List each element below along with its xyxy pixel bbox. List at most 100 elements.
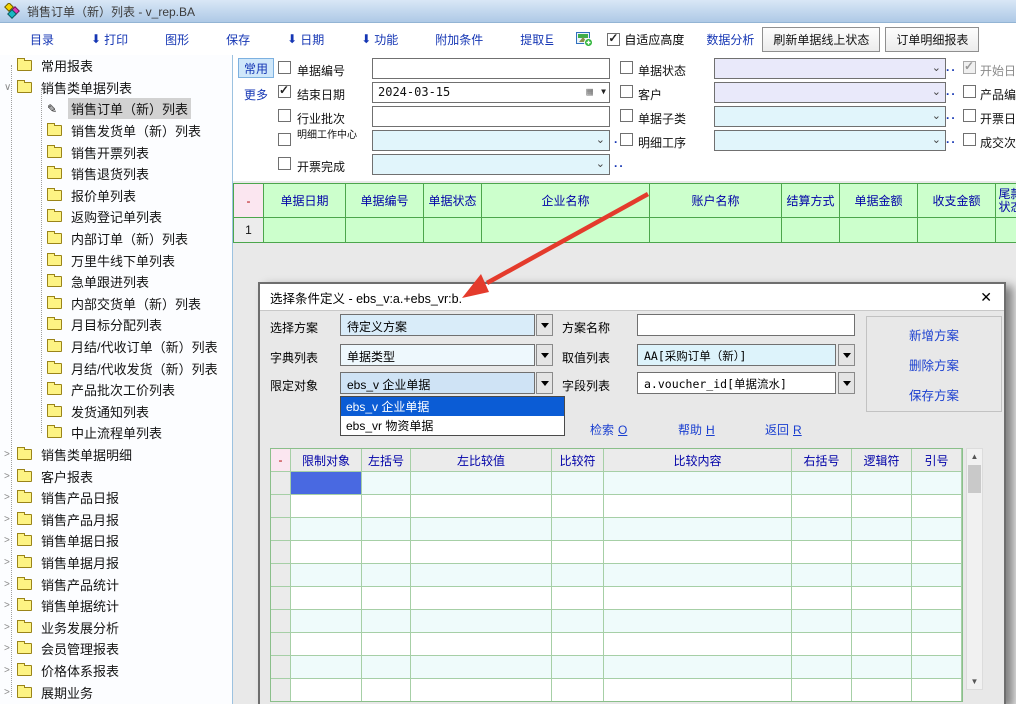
field-list-dropdown-button[interactable] bbox=[838, 372, 855, 394]
grid-cell[interactable] bbox=[362, 541, 411, 563]
toolbar-item-目录[interactable]: 目录 bbox=[30, 31, 54, 48]
table-cell[interactable] bbox=[840, 218, 918, 242]
grid-cell[interactable] bbox=[792, 518, 852, 540]
ellipsis-button[interactable]: .. bbox=[946, 60, 957, 74]
filter-checkbox-单据状态[interactable] bbox=[620, 61, 633, 74]
grid-cell[interactable] bbox=[604, 564, 792, 586]
sidebar-item[interactable]: 内部订单（新）列表 bbox=[0, 228, 232, 250]
sidebar-item[interactable]: 万里牛线下单列表 bbox=[0, 249, 232, 271]
grid-cell[interactable] bbox=[291, 518, 362, 540]
table-cell[interactable] bbox=[996, 218, 1016, 242]
link-检索[interactable]: 检索O bbox=[590, 421, 627, 438]
filter-input-单据编号[interactable] bbox=[372, 58, 610, 79]
toolbar-item-图形[interactable]: 图形 bbox=[165, 31, 189, 48]
grid-cell[interactable] bbox=[411, 541, 552, 563]
grid-cell[interactable] bbox=[912, 587, 962, 609]
grid-cell[interactable] bbox=[291, 633, 362, 655]
grid-cell[interactable] bbox=[552, 564, 604, 586]
sidebar-item[interactable]: 内部交货单（新）列表 bbox=[0, 293, 232, 315]
grid-cell[interactable] bbox=[792, 541, 852, 563]
ellipsis-button[interactable]: .. bbox=[946, 132, 957, 146]
grid-cell[interactable] bbox=[852, 495, 912, 517]
grid-column-header-左括号[interactable]: 左括号 bbox=[362, 449, 411, 471]
chevron-collapsed-icon[interactable]: > bbox=[4, 535, 17, 546]
sidebar-item[interactable]: 月结/代收订单（新）列表 bbox=[0, 336, 232, 358]
grid-cell[interactable] bbox=[291, 541, 362, 563]
sidebar-item[interactable]: 产品批次工价列表 bbox=[0, 379, 232, 401]
link-返回[interactable]: 返回R bbox=[765, 421, 802, 438]
filter-combo-单据子类[interactable]: ⌄ bbox=[714, 106, 946, 127]
filter-checkbox-单据子类[interactable] bbox=[620, 109, 633, 122]
grid-cell[interactable] bbox=[552, 633, 604, 655]
grid-cell[interactable] bbox=[291, 495, 362, 517]
grid-row[interactable] bbox=[271, 540, 962, 563]
sidebar-item[interactable]: 月结/代收发货（新）列表 bbox=[0, 357, 232, 379]
chevron-collapsed-icon[interactable]: > bbox=[4, 514, 17, 525]
grid-column-header-逻辑符[interactable]: 逻辑符 bbox=[852, 449, 912, 471]
grid-cell[interactable] bbox=[604, 518, 792, 540]
grid-cell[interactable] bbox=[552, 495, 604, 517]
grid-row[interactable] bbox=[271, 471, 962, 494]
grid-cell[interactable] bbox=[912, 564, 962, 586]
grid-cell[interactable] bbox=[912, 495, 962, 517]
filter-combo-明细工作中心[interactable]: ⌄ bbox=[372, 130, 610, 151]
grid-cell[interactable] bbox=[604, 472, 792, 494]
filter-checkbox-行业批次[interactable] bbox=[278, 109, 291, 122]
sidebar-item[interactable]: >销售产品统计 bbox=[0, 573, 232, 595]
grid-column-header-右括号[interactable]: 右括号 bbox=[792, 449, 852, 471]
plan-name-input[interactable] bbox=[637, 314, 855, 336]
column-header-企业名称[interactable]: 企业名称 bbox=[482, 184, 650, 217]
sidebar-item[interactable]: ✎销售订单（新）列表 bbox=[0, 98, 232, 120]
filter-checkbox-单据编号[interactable] bbox=[278, 61, 291, 74]
grid-cell[interactable] bbox=[852, 564, 912, 586]
grid-cell[interactable] bbox=[411, 679, 552, 701]
column-header-单据状态[interactable]: 单据状态 bbox=[424, 184, 482, 217]
grid-cell[interactable] bbox=[852, 610, 912, 632]
chevron-collapsed-icon[interactable]: > bbox=[4, 643, 17, 654]
grid-row[interactable] bbox=[271, 517, 962, 540]
grid-cell[interactable] bbox=[604, 495, 792, 517]
restrict-object-dropdown-button[interactable] bbox=[536, 372, 553, 394]
data-analysis-link[interactable]: 数据分析 bbox=[706, 31, 754, 48]
select-plan-dropdown-button[interactable] bbox=[536, 314, 553, 336]
grid-cell[interactable] bbox=[912, 541, 962, 563]
grid-row[interactable] bbox=[271, 563, 962, 586]
table-cell[interactable] bbox=[482, 218, 650, 242]
column-header-单据编号[interactable]: 单据编号 bbox=[346, 184, 424, 217]
order-detail-report-button[interactable]: 订单明细报表 bbox=[885, 27, 979, 52]
sidebar-item[interactable]: >销售单据日报 bbox=[0, 530, 232, 552]
sidebar-item[interactable]: >业务发展分析 bbox=[0, 616, 232, 638]
grid-cell[interactable] bbox=[852, 587, 912, 609]
tab-common[interactable]: 常用 bbox=[238, 58, 274, 78]
chevron-down-icon[interactable]: ⌄ bbox=[932, 109, 941, 122]
filter-combo-客户[interactable]: ⌄ bbox=[714, 82, 946, 103]
sidebar-item[interactable]: 急单跟进列表 bbox=[0, 271, 232, 293]
value-list-dropdown-button[interactable] bbox=[838, 344, 855, 366]
chevron-down-icon[interactable]: ⌄ bbox=[596, 133, 605, 146]
grid-row-gutter[interactable] bbox=[271, 495, 291, 517]
grid-cell[interactable] bbox=[411, 656, 552, 678]
sidebar-item[interactable]: ∨销售类单据列表 bbox=[0, 77, 232, 99]
grid-cell[interactable] bbox=[852, 656, 912, 678]
table-cell[interactable] bbox=[424, 218, 482, 242]
chevron-collapsed-icon[interactable]: > bbox=[4, 600, 17, 611]
grid-row-gutter[interactable] bbox=[271, 541, 291, 563]
column-header--[interactable]: - bbox=[234, 184, 264, 217]
column-header-单据金额[interactable]: 单据金额 bbox=[840, 184, 918, 217]
grid-row-gutter[interactable] bbox=[271, 564, 291, 586]
grid-cell[interactable] bbox=[912, 610, 962, 632]
grid-cell[interactable] bbox=[792, 656, 852, 678]
scrollbar-thumb[interactable] bbox=[968, 465, 981, 493]
filter-combo-明细工序[interactable]: ⌄ bbox=[714, 130, 946, 151]
grid-column-header-引号[interactable]: 引号 bbox=[912, 449, 962, 471]
sidebar-item[interactable]: 月目标分配列表 bbox=[0, 314, 232, 336]
grid-cell[interactable] bbox=[291, 656, 362, 678]
toolbar-item-附加条件[interactable]: 附加条件 bbox=[435, 31, 483, 48]
chevron-down-icon[interactable]: ⌄ bbox=[596, 157, 605, 170]
grid-cell[interactable] bbox=[852, 541, 912, 563]
grid-row-gutter[interactable] bbox=[271, 518, 291, 540]
scroll-up-icon[interactable]: ▲ bbox=[967, 449, 982, 464]
grid-cell[interactable] bbox=[411, 610, 552, 632]
grid-cell[interactable] bbox=[362, 679, 411, 701]
column-header-结算方式[interactable]: 结算方式 bbox=[782, 184, 840, 217]
